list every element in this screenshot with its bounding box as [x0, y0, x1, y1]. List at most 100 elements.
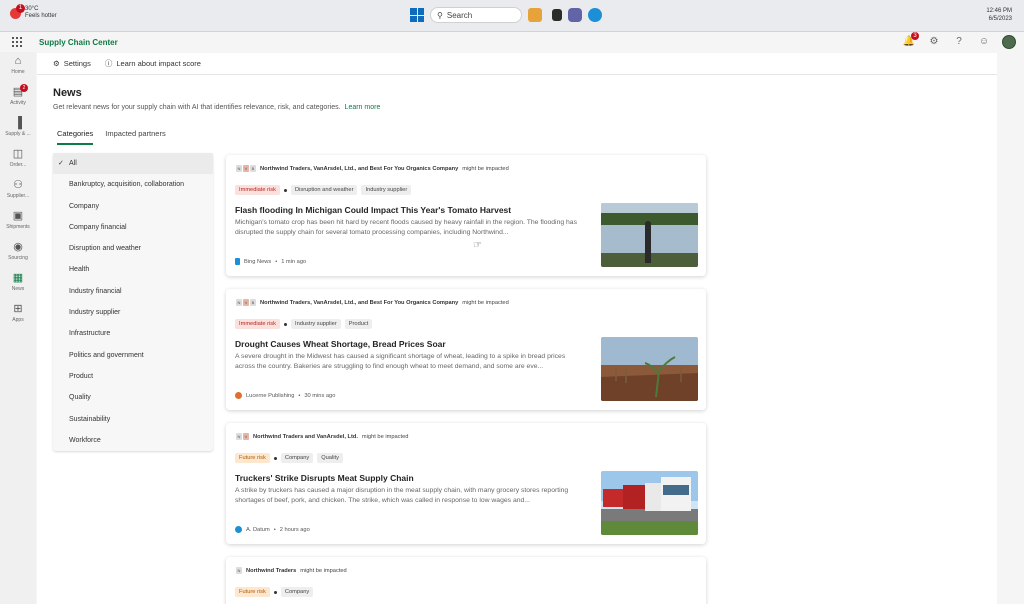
sourcing-icon: ◉: [13, 241, 23, 253]
article-source: A. Datum • 2 hours ago: [235, 526, 310, 533]
home-icon: ⌂: [14, 55, 22, 67]
category-tag: Industry supplier: [361, 185, 412, 195]
edge-icon[interactable]: [588, 8, 602, 22]
category-item[interactable]: Company: [53, 196, 213, 217]
file-explorer-icon[interactable]: [528, 8, 542, 22]
risk-badge: Immediate risk: [235, 319, 280, 329]
tab-bar: Categories Impacted partners: [57, 129, 166, 145]
drought-thumbnail[interactable]: [601, 337, 698, 401]
avatar[interactable]: [1002, 35, 1016, 49]
category-tag: Disruption and weather: [290, 185, 358, 195]
partner-logos: NVB: [236, 165, 256, 172]
notification-badge: 3: [911, 32, 919, 40]
category-item[interactable]: Company financial: [53, 217, 213, 238]
rail-item-orders[interactable]: ◫ Order...: [0, 145, 36, 176]
order-icon: ◫: [12, 148, 24, 160]
app-title[interactable]: Supply Chain Center: [39, 38, 118, 47]
news-card[interactable]: NVB Northwind Traders, VanArsdel, Ltd., …: [226, 155, 706, 276]
category-item[interactable]: Politics and government: [53, 345, 213, 366]
tag-row: Future risk Company: [235, 587, 314, 597]
supplier-icon: ⚇: [13, 179, 23, 191]
tag-row: Immediate risk Disruption and weather In…: [235, 185, 412, 195]
category-all[interactable]: ✓ All: [53, 153, 213, 175]
flood-thumbnail[interactable]: [601, 203, 698, 267]
apps-icon: ⊞: [13, 303, 23, 315]
category-item[interactable]: Workforce: [53, 430, 213, 451]
activity-badge: 2: [20, 84, 28, 92]
taskbar-center: ⚲ Search: [410, 7, 602, 23]
category-item[interactable]: Industry supplier: [53, 302, 213, 323]
article-summary: Michigan's tomato crop has been hit hard…: [235, 219, 577, 236]
category-item[interactable]: Sustainability: [53, 409, 213, 430]
rail-item-shipments[interactable]: ▣ Shipments: [0, 207, 36, 238]
trucks-thumbnail[interactable]: [601, 471, 698, 535]
settings-gear-icon[interactable]: ⚙: [927, 35, 941, 49]
learn-more-link[interactable]: Learn more: [345, 104, 381, 111]
article-headline[interactable]: Drought Causes Wheat Shortage, Bread Pri…: [235, 339, 446, 349]
rail-item-supply[interactable]: ▐ Supply & ...: [0, 114, 36, 145]
partner-logos: N: [236, 567, 242, 574]
terminal-icon[interactable]: [552, 9, 562, 21]
rail-item-suppliers[interactable]: ⚇ Supplier...: [0, 176, 36, 207]
settings-button[interactable]: ⚙ Settings: [53, 59, 91, 68]
learn-impact-score-button[interactable]: ⓘ Learn about impact score: [105, 58, 201, 69]
main-content: ⚙ Settings ⓘ Learn about impact score Ne…: [37, 53, 997, 604]
tag-row: Future risk Company Quality: [235, 453, 343, 463]
partner-logos: NV: [236, 433, 249, 440]
tab-impacted-partners[interactable]: Impacted partners: [105, 129, 165, 145]
category-tag: Company: [280, 453, 314, 463]
article-summary: A strike by truckers has caused a major …: [235, 487, 569, 504]
page-title: News: [53, 87, 82, 99]
bing-icon: [235, 258, 240, 265]
article-source: Bing News • 1 min ago: [235, 258, 306, 265]
category-item[interactable]: Disruption and weather: [53, 238, 213, 259]
shipments-icon: ▣: [12, 210, 24, 222]
news-card[interactable]: NVB Northwind Traders, VanArsdel, Ltd., …: [226, 289, 706, 410]
page-description: Get relevant news for your supply chain …: [53, 104, 381, 111]
app-launcher-icon[interactable]: [12, 37, 22, 47]
category-item[interactable]: Product: [53, 366, 213, 387]
help-icon[interactable]: ?: [952, 35, 966, 49]
article-headline[interactable]: Flash flooding In Michigan Could Impact …: [235, 205, 511, 215]
category-item[interactable]: Infrastructure: [53, 323, 213, 344]
a-datum-icon: [235, 526, 242, 533]
feedback-icon[interactable]: ☺: [977, 35, 991, 49]
app-header-actions: 🔔 3 ⚙ ? ☺: [902, 32, 1016, 49]
news-icon: ▦: [12, 272, 24, 284]
weather-badge: 1: [16, 3, 25, 13]
category-item[interactable]: Industry financial: [53, 281, 213, 302]
category-item[interactable]: Quality: [53, 387, 213, 408]
teams-icon[interactable]: [568, 8, 582, 22]
clock-date: 6/5/2023: [988, 16, 1012, 22]
tab-categories[interactable]: Categories: [57, 129, 94, 145]
partner-logos: NVB: [236, 299, 256, 306]
activity-icon: ▤: [12, 86, 24, 98]
rail-item-news[interactable]: ▦ News: [0, 269, 36, 300]
article-source: Lucerne Publishing • 30 mins ago: [235, 392, 335, 399]
rail-item-sourcing[interactable]: ◉ Sourcing: [0, 238, 36, 269]
weather-widget[interactable]: 1 30°C Feels hotter: [10, 3, 57, 20]
lucerne-icon: [235, 392, 242, 399]
news-card[interactable]: NV Northwind Traders and VanArsdel, Ltd.…: [226, 423, 706, 544]
news-card[interactable]: N Northwind Traders might be impacted Fu…: [226, 557, 706, 604]
article-summary: A severe drought in the Midwest has caus…: [235, 353, 566, 370]
rail-item-activity[interactable]: ▤ 2 Activity: [0, 83, 36, 114]
app-window: Supply Chain Center 🔔 3 ⚙ ? ☺ ⌂ Home ▤ 2 …: [0, 32, 1024, 604]
app-header: Supply Chain Center 🔔 3 ⚙ ? ☺: [0, 32, 1024, 52]
article-headline[interactable]: Truckers' Strike Disrupts Meat Supply Ch…: [235, 473, 414, 483]
taskbar-clock[interactable]: 12:46 PM 6/5/2023: [986, 7, 1012, 23]
category-tag: Industry supplier: [290, 319, 341, 329]
category-item[interactable]: Health: [53, 259, 213, 280]
category-list: ✓ All Bankruptcy, acquisition, collaborat…: [53, 153, 213, 451]
notifications-icon[interactable]: 🔔 3: [902, 32, 919, 49]
category-tag: Product: [344, 319, 373, 329]
taskbar-search[interactable]: ⚲ Search: [430, 7, 522, 23]
category-item[interactable]: Bankruptcy, acquisition, collaboration: [53, 174, 213, 195]
impact-line: NVB Northwind Traders, VanArsdel, Ltd., …: [236, 165, 509, 172]
rail-item-home[interactable]: ⌂ Home: [0, 52, 36, 83]
category-tag: Company: [280, 587, 314, 597]
windows-start-icon[interactable]: [410, 8, 424, 22]
supply-icon: ▐: [14, 117, 22, 129]
rail-item-apps[interactable]: ⊞ Apps: [0, 300, 36, 331]
os-taskbar: 1 30°C Feels hotter ⚲ Search 12:46 PM 6/…: [0, 0, 1024, 32]
